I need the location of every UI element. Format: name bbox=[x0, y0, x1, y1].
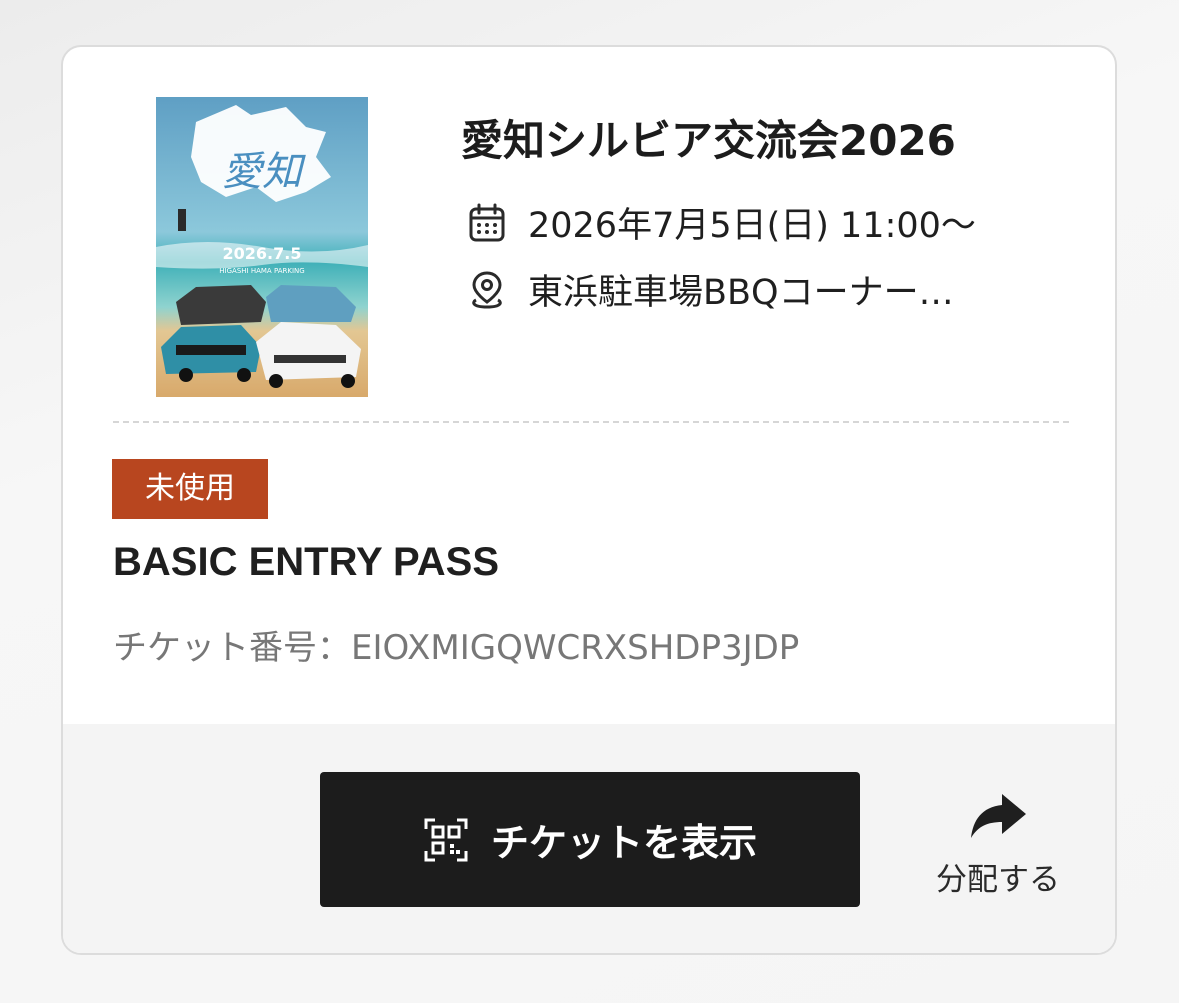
event-poster-image: 愛知 2026.7.5 HIGASHI HAMA PARKING bbox=[156, 97, 368, 397]
ticket-number: チケット番号：EIOXMIGQWCRXSHDP3JDP bbox=[113, 628, 800, 668]
event-title: 愛知シルビア交流会2026 bbox=[461, 116, 956, 165]
share-arrow-icon bbox=[971, 794, 1026, 838]
calendar-icon bbox=[469, 203, 505, 241]
pass-name: BASIC ENTRY PASS bbox=[113, 540, 499, 584]
share-label: 分配する bbox=[936, 862, 1060, 898]
poster-sub-text: HIGASHI HAMA PARKING bbox=[219, 267, 304, 275]
event-venue[interactable]: 東浜駐車場BBQコーナー… bbox=[528, 264, 954, 315]
status-badge: 未使用 bbox=[112, 459, 268, 519]
poster-date-text: 2026.7.5 bbox=[223, 244, 302, 263]
ticket-card: 愛知 2026.7.5 HIGASHI HAMA PARKING 愛知シルビア交… bbox=[61, 45, 1117, 955]
show-ticket-button[interactable]: チケットを表示 bbox=[320, 772, 860, 907]
event-date: 2026年7月5日(日) 11:00〜 bbox=[528, 206, 976, 246]
poster-title-text: 愛知 bbox=[222, 149, 306, 195]
share-button[interactable]: 分配する bbox=[923, 790, 1073, 900]
show-ticket-label: チケットを表示 bbox=[490, 821, 757, 865]
dashed-divider bbox=[113, 421, 1069, 423]
event-date-row: 2026年7月5日(日) 11:00〜 bbox=[468, 197, 976, 248]
qr-code-icon bbox=[424, 818, 468, 861]
location-pin-icon bbox=[472, 270, 502, 309]
card-footer: チケットを表示 分配する bbox=[63, 724, 1115, 953]
event-venue-row: 東浜駐車場BBQコーナー… bbox=[468, 264, 954, 315]
